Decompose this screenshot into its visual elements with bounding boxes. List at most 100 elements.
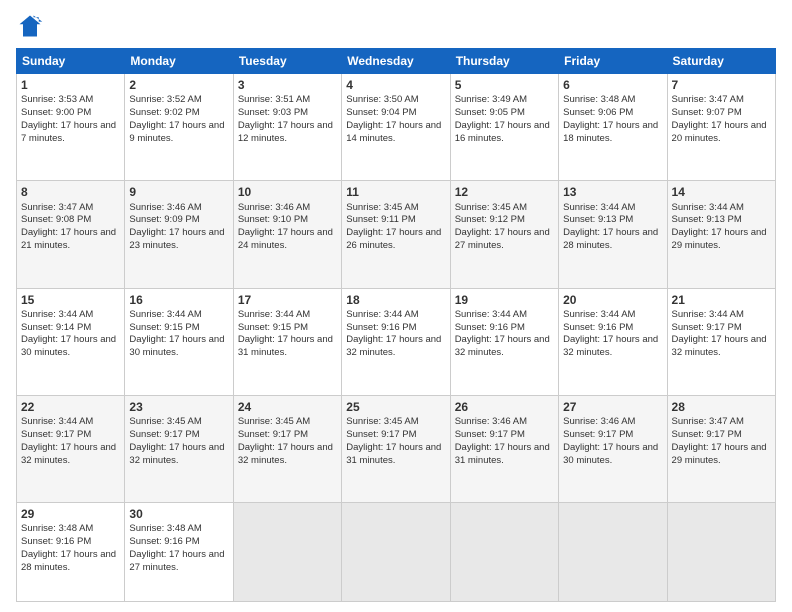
daylight-text: Daylight: 17 hours and 21 minutes.	[21, 227, 120, 253]
sunset-text: Sunset: 9:15 PM	[238, 322, 337, 335]
sunset-text: Sunset: 9:15 PM	[129, 322, 228, 335]
day-number: 25	[346, 399, 445, 415]
day-number: 3	[238, 77, 337, 93]
sunset-text: Sunset: 9:09 PM	[129, 214, 228, 227]
day-number: 19	[455, 292, 554, 308]
sunrise-text: Sunrise: 3:44 AM	[672, 309, 771, 322]
daylight-text: Daylight: 17 hours and 30 minutes.	[129, 334, 228, 360]
daylight-text: Daylight: 17 hours and 18 minutes.	[563, 120, 662, 146]
sunrise-text: Sunrise: 3:44 AM	[563, 202, 662, 215]
day-number: 8	[21, 184, 120, 200]
sunset-text: Sunset: 9:00 PM	[21, 107, 120, 120]
sunrise-text: Sunrise: 3:45 AM	[238, 416, 337, 429]
sunset-text: Sunset: 9:16 PM	[346, 322, 445, 335]
sunrise-text: Sunrise: 3:53 AM	[21, 94, 120, 107]
sunset-text: Sunset: 9:17 PM	[563, 429, 662, 442]
daylight-text: Daylight: 17 hours and 9 minutes.	[129, 120, 228, 146]
day-number: 11	[346, 184, 445, 200]
calendar-table: SundayMondayTuesdayWednesdayThursdayFrid…	[16, 48, 776, 602]
sunrise-text: Sunrise: 3:47 AM	[21, 202, 120, 215]
sunset-text: Sunset: 9:08 PM	[21, 214, 120, 227]
day-number: 21	[672, 292, 771, 308]
sunrise-text: Sunrise: 3:44 AM	[563, 309, 662, 322]
calendar-header-friday: Friday	[559, 49, 667, 74]
sunrise-text: Sunrise: 3:46 AM	[563, 416, 662, 429]
day-number: 30	[129, 506, 228, 522]
sunset-text: Sunset: 9:13 PM	[672, 214, 771, 227]
daylight-text: Daylight: 17 hours and 26 minutes.	[346, 227, 445, 253]
logo-icon	[16, 12, 44, 40]
daylight-text: Daylight: 17 hours and 23 minutes.	[129, 227, 228, 253]
calendar-cell	[559, 503, 667, 602]
daylight-text: Daylight: 17 hours and 32 minutes.	[672, 334, 771, 360]
sunset-text: Sunset: 9:17 PM	[672, 429, 771, 442]
calendar-cell: 22Sunrise: 3:44 AMSunset: 9:17 PMDayligh…	[17, 395, 125, 502]
sunrise-text: Sunrise: 3:44 AM	[455, 309, 554, 322]
header	[16, 12, 776, 40]
sunrise-text: Sunrise: 3:44 AM	[129, 309, 228, 322]
calendar-week-row: 8Sunrise: 3:47 AMSunset: 9:08 PMDaylight…	[17, 181, 776, 288]
daylight-text: Daylight: 17 hours and 27 minutes.	[455, 227, 554, 253]
sunset-text: Sunset: 9:16 PM	[455, 322, 554, 335]
sunset-text: Sunset: 9:16 PM	[563, 322, 662, 335]
daylight-text: Daylight: 17 hours and 32 minutes.	[129, 442, 228, 468]
daylight-text: Daylight: 17 hours and 32 minutes.	[346, 334, 445, 360]
calendar-header-row: SundayMondayTuesdayWednesdayThursdayFrid…	[17, 49, 776, 74]
calendar-cell	[342, 503, 450, 602]
sunset-text: Sunset: 9:16 PM	[129, 536, 228, 549]
calendar-cell	[450, 503, 558, 602]
day-number: 10	[238, 184, 337, 200]
calendar-week-row: 15Sunrise: 3:44 AMSunset: 9:14 PMDayligh…	[17, 288, 776, 395]
calendar-week-row: 29Sunrise: 3:48 AMSunset: 9:16 PMDayligh…	[17, 503, 776, 602]
day-number: 7	[672, 77, 771, 93]
calendar-cell: 14Sunrise: 3:44 AMSunset: 9:13 PMDayligh…	[667, 181, 775, 288]
sunset-text: Sunset: 9:12 PM	[455, 214, 554, 227]
calendar-cell: 11Sunrise: 3:45 AMSunset: 9:11 PMDayligh…	[342, 181, 450, 288]
sunset-text: Sunset: 9:02 PM	[129, 107, 228, 120]
day-number: 26	[455, 399, 554, 415]
daylight-text: Daylight: 17 hours and 16 minutes.	[455, 120, 554, 146]
sunset-text: Sunset: 9:17 PM	[21, 429, 120, 442]
daylight-text: Daylight: 17 hours and 28 minutes.	[563, 227, 662, 253]
calendar-cell	[233, 503, 341, 602]
sunrise-text: Sunrise: 3:45 AM	[455, 202, 554, 215]
logo	[16, 12, 48, 40]
daylight-text: Daylight: 17 hours and 29 minutes.	[672, 227, 771, 253]
calendar-cell: 30Sunrise: 3:48 AMSunset: 9:16 PMDayligh…	[125, 503, 233, 602]
sunset-text: Sunset: 9:11 PM	[346, 214, 445, 227]
sunrise-text: Sunrise: 3:48 AM	[21, 523, 120, 536]
sunrise-text: Sunrise: 3:50 AM	[346, 94, 445, 107]
calendar-header-tuesday: Tuesday	[233, 49, 341, 74]
sunset-text: Sunset: 9:06 PM	[563, 107, 662, 120]
daylight-text: Daylight: 17 hours and 31 minutes.	[238, 334, 337, 360]
calendar-cell: 25Sunrise: 3:45 AMSunset: 9:17 PMDayligh…	[342, 395, 450, 502]
calendar-cell: 15Sunrise: 3:44 AMSunset: 9:14 PMDayligh…	[17, 288, 125, 395]
calendar-cell: 2Sunrise: 3:52 AMSunset: 9:02 PMDaylight…	[125, 74, 233, 181]
calendar-cell: 10Sunrise: 3:46 AMSunset: 9:10 PMDayligh…	[233, 181, 341, 288]
calendar-cell: 19Sunrise: 3:44 AMSunset: 9:16 PMDayligh…	[450, 288, 558, 395]
sunrise-text: Sunrise: 3:49 AM	[455, 94, 554, 107]
sunrise-text: Sunrise: 3:46 AM	[455, 416, 554, 429]
day-number: 22	[21, 399, 120, 415]
calendar-cell: 18Sunrise: 3:44 AMSunset: 9:16 PMDayligh…	[342, 288, 450, 395]
calendar-cell: 13Sunrise: 3:44 AMSunset: 9:13 PMDayligh…	[559, 181, 667, 288]
sunset-text: Sunset: 9:05 PM	[455, 107, 554, 120]
calendar-cell: 1Sunrise: 3:53 AMSunset: 9:00 PMDaylight…	[17, 74, 125, 181]
sunrise-text: Sunrise: 3:45 AM	[129, 416, 228, 429]
daylight-text: Daylight: 17 hours and 27 minutes.	[129, 549, 228, 575]
sunset-text: Sunset: 9:17 PM	[129, 429, 228, 442]
daylight-text: Daylight: 17 hours and 30 minutes.	[563, 442, 662, 468]
sunrise-text: Sunrise: 3:45 AM	[346, 416, 445, 429]
calendar-cell: 7Sunrise: 3:47 AMSunset: 9:07 PMDaylight…	[667, 74, 775, 181]
calendar-cell: 16Sunrise: 3:44 AMSunset: 9:15 PMDayligh…	[125, 288, 233, 395]
daylight-text: Daylight: 17 hours and 30 minutes.	[21, 334, 120, 360]
sunset-text: Sunset: 9:17 PM	[346, 429, 445, 442]
calendar-cell: 29Sunrise: 3:48 AMSunset: 9:16 PMDayligh…	[17, 503, 125, 602]
day-number: 16	[129, 292, 228, 308]
day-number: 6	[563, 77, 662, 93]
day-number: 15	[21, 292, 120, 308]
day-number: 14	[672, 184, 771, 200]
sunrise-text: Sunrise: 3:44 AM	[238, 309, 337, 322]
calendar-header-wednesday: Wednesday	[342, 49, 450, 74]
calendar-cell: 27Sunrise: 3:46 AMSunset: 9:17 PMDayligh…	[559, 395, 667, 502]
